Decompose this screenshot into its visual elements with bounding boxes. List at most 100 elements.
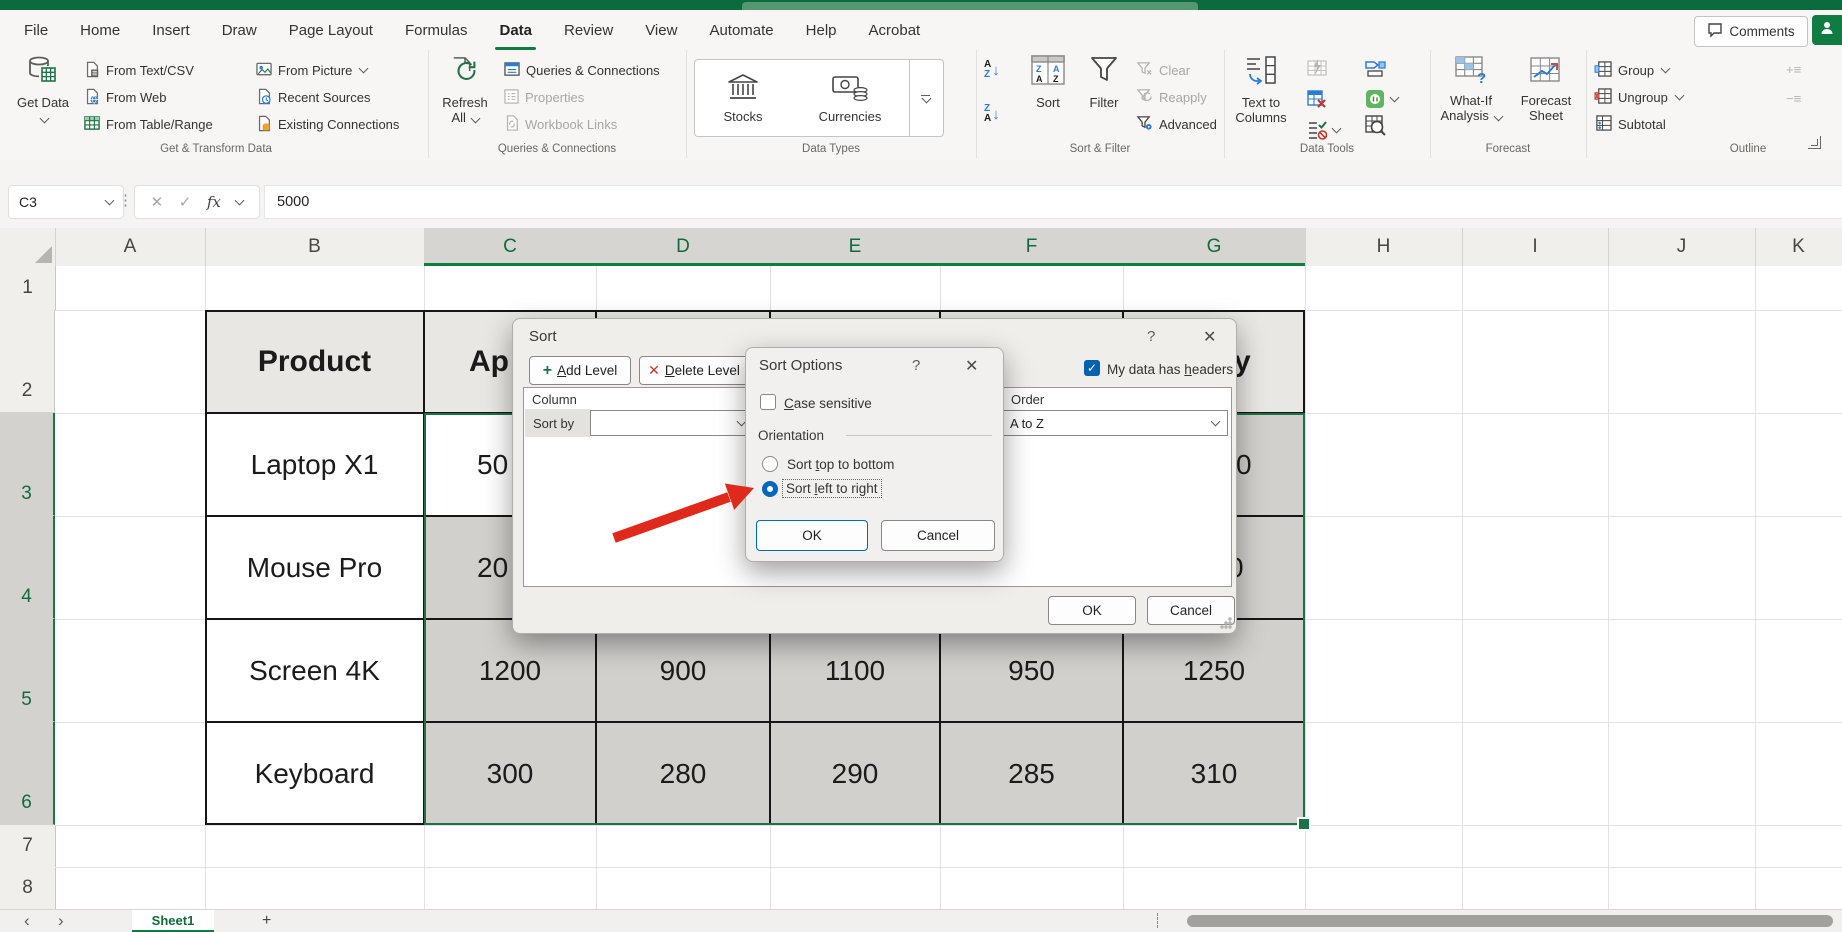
clear-filter-button[interactable]: Clear	[1136, 57, 1217, 84]
resize-grip-icon[interactable]	[1220, 617, 1232, 629]
cancel-entry-icon[interactable]: ✕	[151, 193, 164, 211]
filter-button[interactable]: Filter	[1078, 54, 1130, 140]
formula-input[interactable]: 5000	[264, 185, 1842, 219]
column-header-i[interactable]: I	[1462, 228, 1609, 266]
tab-acrobat[interactable]: Acrobat	[853, 10, 937, 50]
subtotal-button[interactable]: Subtotal	[1594, 111, 1683, 138]
row-header-1[interactable]: 1	[0, 266, 56, 311]
case-sensitive-checkbox[interactable]	[760, 394, 776, 410]
cell-c6[interactable]: 300	[424, 722, 596, 825]
sheet-tab-sheet1[interactable]: Sheet1	[132, 910, 214, 932]
column-header-d[interactable]: D	[596, 228, 771, 266]
column-header-c[interactable]: C	[424, 228, 597, 266]
fill-handle[interactable]	[1297, 817, 1311, 831]
share-button[interactable]	[1812, 15, 1842, 45]
cell-f6[interactable]: 285	[940, 722, 1123, 825]
tab-help[interactable]: Help	[790, 10, 853, 50]
column-header-k[interactable]: K	[1755, 228, 1842, 266]
outline-dialog-launcher-icon[interactable]	[1808, 136, 1821, 149]
sort-ok-button[interactable]: OK	[1048, 596, 1136, 625]
column-header-a[interactable]: A	[55, 228, 206, 266]
my-data-has-headers-checkbox[interactable]: ✓	[1084, 360, 1100, 376]
sort-options-help-icon[interactable]: ?	[912, 357, 920, 374]
cell-b4[interactable]: Mouse Pro	[205, 516, 424, 619]
queries-connections-button[interactable]: Queries & Connections	[504, 57, 660, 84]
column-header-g[interactable]: G	[1123, 228, 1306, 266]
order-dropdown[interactable]: A to Z	[1002, 410, 1228, 436]
manage-data-model-icon[interactable]	[1364, 114, 1398, 141]
sort-top-to-bottom-radio[interactable]	[762, 456, 778, 472]
insert-function-icon[interactable]: fx	[207, 193, 221, 211]
tab-formulas[interactable]: Formulas	[389, 10, 484, 50]
sort-by-dropdown[interactable]	[590, 410, 754, 436]
row-header-2[interactable]: 2	[0, 310, 55, 413]
remove-duplicates-icon[interactable]	[1306, 88, 1340, 115]
flash-fill-icon[interactable]	[1306, 57, 1340, 84]
row-header-5[interactable]: 5	[0, 619, 55, 722]
cell-e5[interactable]: 1100	[770, 619, 940, 722]
cell-b2[interactable]: Product	[205, 310, 424, 413]
from-web-button[interactable]: From Web	[84, 84, 213, 111]
cell-b5[interactable]: Screen 4K	[205, 619, 424, 722]
delete-level-button[interactable]: ✕ Delete Level	[639, 356, 749, 385]
text-to-columns-button[interactable]: Text to Columns	[1228, 54, 1294, 140]
hide-detail-icon[interactable]: −≡	[1786, 91, 1801, 106]
sort-options-ok-button[interactable]: OK	[756, 520, 868, 551]
column-header-h[interactable]: H	[1305, 228, 1463, 266]
forecast-sheet-button[interactable]: Forecast Sheet	[1512, 54, 1580, 140]
column-header-b[interactable]: B	[205, 228, 425, 266]
sort-button[interactable]: ZAAZ Sort	[1020, 54, 1076, 140]
sort-left-to-right-label[interactable]: Sort left to right	[783, 480, 881, 497]
comments-button[interactable]: Comments	[1694, 16, 1808, 47]
column-header-f[interactable]: F	[940, 228, 1124, 266]
power-pivot-button[interactable]	[1364, 88, 1398, 110]
from-text-csv-button[interactable]: From Text/CSV	[84, 57, 213, 84]
name-box[interactable]: C3	[8, 185, 124, 219]
select-all-corner[interactable]	[0, 228, 56, 266]
next-sheet-icon[interactable]: ›	[58, 910, 64, 932]
column-header-j[interactable]: J	[1608, 228, 1756, 266]
add-sheet-icon[interactable]: +	[262, 910, 271, 932]
recent-sources-button[interactable]: Recent Sources	[256, 84, 399, 111]
sort-dialog-close-icon[interactable]: ✕	[1203, 327, 1216, 347]
from-picture-button[interactable]: From Picture	[256, 57, 399, 84]
row-header-3[interactable]: 3	[0, 413, 55, 516]
stocks-button[interactable]: Stocks	[695, 60, 791, 136]
existing-connections-button[interactable]: Existing Connections	[256, 111, 399, 138]
sort-options-close-icon[interactable]: ✕	[965, 356, 978, 376]
cell-g5[interactable]: 1250	[1123, 619, 1305, 722]
tab-scroll-split[interactable]	[1157, 913, 1158, 928]
cell-b6[interactable]: Keyboard	[205, 722, 424, 825]
sort-dialog-help-icon[interactable]: ?	[1147, 328, 1155, 345]
column-header-e[interactable]: E	[770, 228, 941, 266]
currencies-button[interactable]: Currencies	[791, 60, 909, 136]
cell-d6[interactable]: 280	[596, 722, 770, 825]
tab-review[interactable]: Review	[548, 10, 629, 50]
consolidate-icon[interactable]	[1364, 57, 1398, 84]
data-validation-button[interactable]	[1306, 119, 1340, 141]
tab-data[interactable]: Data	[483, 10, 548, 50]
show-detail-icon[interactable]: +≡	[1786, 62, 1801, 77]
tab-view[interactable]: View	[629, 10, 693, 50]
horizontal-scrollbar[interactable]	[1187, 915, 1833, 927]
sort-ascending-button[interactable]: AZ↓	[984, 60, 1000, 80]
get-data-button[interactable]: Get Data	[12, 54, 74, 140]
cell-e6[interactable]: 290	[770, 722, 940, 825]
sort-left-to-right-radio[interactable]	[762, 481, 778, 497]
cell-b3[interactable]: Laptop X1	[205, 413, 424, 516]
confirm-entry-icon[interactable]: ✓	[179, 193, 192, 211]
cell-d5[interactable]: 900	[596, 619, 770, 722]
title-search-box[interactable]	[742, 2, 1198, 10]
tab-page-layout[interactable]: Page Layout	[273, 10, 389, 50]
from-table-range-button[interactable]: From Table/Range	[84, 111, 213, 138]
ungroup-button[interactable]: Ungroup	[1594, 84, 1683, 111]
cell-f5[interactable]: 950	[940, 619, 1123, 722]
row-header-4[interactable]: 4	[0, 516, 55, 619]
what-if-analysis-button[interactable]: ? What-If Analysis	[1434, 54, 1508, 140]
data-types-more-button[interactable]	[909, 60, 940, 136]
tab-insert[interactable]: Insert	[136, 10, 206, 50]
sort-top-to-bottom-label[interactable]: Sort top to bottom	[787, 457, 894, 472]
group-button[interactable]: Group	[1594, 57, 1683, 84]
refresh-all-button[interactable]: Refresh All	[434, 54, 496, 140]
properties-button[interactable]: Properties	[504, 84, 660, 111]
